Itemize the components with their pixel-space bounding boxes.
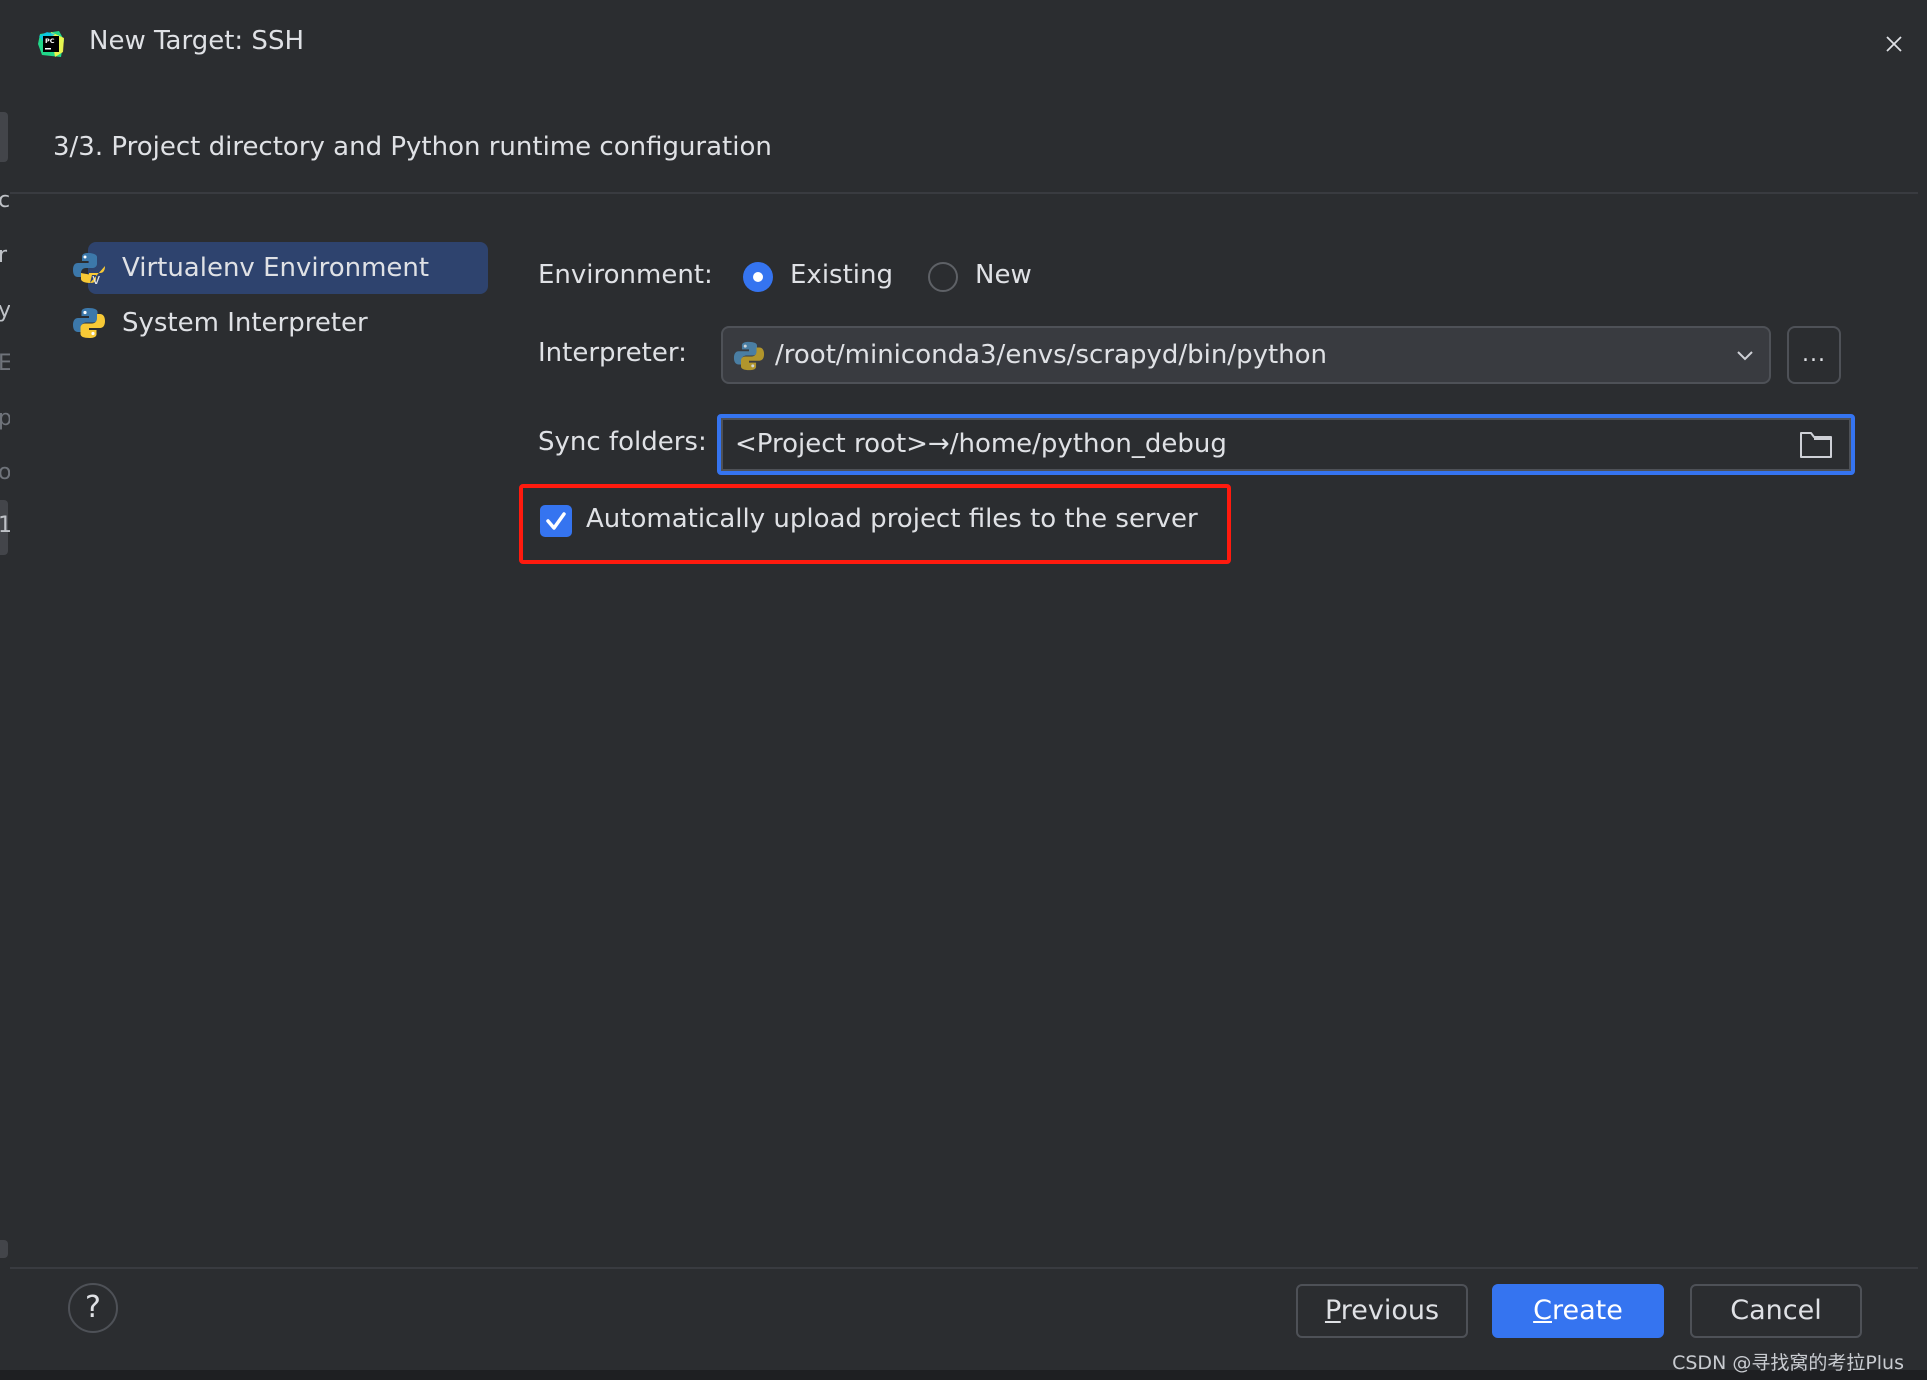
svg-text:PC: PC xyxy=(45,37,55,45)
auto-upload-label[interactable]: Automatically upload project files to th… xyxy=(586,504,1198,534)
background-window-right xyxy=(1918,0,1927,1380)
pycharm-logo-icon: PC xyxy=(38,31,64,57)
header-divider xyxy=(10,192,1918,194)
folder-icon[interactable] xyxy=(1799,430,1833,460)
watermark: CSDN @寻找窝的考拉Plus xyxy=(1672,1352,1904,1374)
radio-existing-label[interactable]: Existing xyxy=(790,260,893,290)
background-window-bottom xyxy=(0,1370,1927,1380)
sidebar-item-label: System Interpreter xyxy=(122,308,368,338)
auto-upload-checkbox[interactable] xyxy=(540,505,572,537)
mnemonic-letter: P xyxy=(1324,1295,1341,1326)
python-icon xyxy=(73,308,105,338)
button-label-rest: reate xyxy=(1551,1295,1623,1326)
help-button[interactable]: ? xyxy=(68,1283,118,1333)
sidebar-item-virtualenv[interactable]: v Virtualenv Environment xyxy=(60,242,488,294)
sidebar-item-system-interpreter[interactable]: System Interpreter xyxy=(60,297,480,349)
interpreter-label: Interpreter: xyxy=(538,338,687,368)
sidebar-item-label: Virtualenv Environment xyxy=(122,253,430,283)
chevron-down-icon xyxy=(1737,351,1753,361)
sync-folders-input[interactable] xyxy=(735,426,1755,462)
background-char: r xyxy=(0,243,8,268)
create-button[interactable]: Create xyxy=(1492,1284,1664,1338)
background-chip xyxy=(0,1240,8,1258)
environment-label: Environment: xyxy=(538,260,713,290)
dialog-title: New Target: SSH xyxy=(89,26,304,56)
python-icon xyxy=(733,341,765,371)
background-chip xyxy=(0,112,8,162)
background-char: c xyxy=(0,188,11,213)
interpreter-value: /root/miniconda3/envs/scrapyd/bin/python xyxy=(775,340,1328,370)
checkmark-icon xyxy=(546,512,566,530)
radio-existing[interactable] xyxy=(743,262,773,292)
footer-divider xyxy=(10,1267,1918,1269)
cancel-button[interactable]: Cancel xyxy=(1690,1284,1862,1338)
svg-text:v: v xyxy=(92,272,100,285)
radio-new-label[interactable]: New xyxy=(975,260,1032,290)
button-label-rest: revious xyxy=(1340,1295,1440,1326)
sync-folders-field[interactable] xyxy=(717,414,1855,475)
radio-new[interactable] xyxy=(928,262,958,292)
interpreter-dropdown[interactable]: /root/miniconda3/envs/scrapyd/bin/python xyxy=(721,326,1771,384)
new-target-ssh-dialog: PC New Target: SSH 3/3. Project director… xyxy=(10,0,1918,1374)
close-icon[interactable] xyxy=(1880,30,1908,58)
python-virtualenv-icon: v xyxy=(73,253,105,285)
browse-interpreter-button[interactable]: ... xyxy=(1787,326,1841,384)
step-title: 3/3. Project directory and Python runtim… xyxy=(53,132,772,162)
mnemonic-letter: C xyxy=(1533,1295,1552,1326)
sync-folders-label: Sync folders: xyxy=(538,427,707,457)
previous-button[interactable]: Previous xyxy=(1296,1284,1468,1338)
